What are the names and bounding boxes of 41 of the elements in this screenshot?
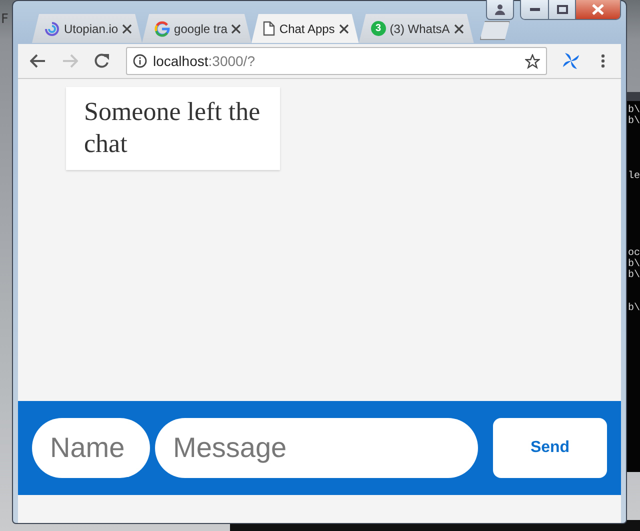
name-field[interactable]: Name [32,418,150,478]
info-icon [133,54,147,68]
close-icon[interactable] [454,24,464,34]
browser-tab[interactable]: 3 (3) WhatsA [358,14,474,43]
terminal-text: b\ [628,105,640,116]
close-icon[interactable] [122,24,132,34]
back-arrow-icon [30,54,46,68]
terminal-text: b\ [628,259,640,270]
url-text: localhost:3000/? [153,53,256,69]
page-icon [263,21,276,36]
browser-tab[interactable]: Utopian.io [32,14,142,43]
close-icon[interactable] [338,24,349,34]
close-window-button[interactable] [576,0,620,19]
menu-icon [601,54,605,68]
close-icon[interactable] [231,24,242,34]
minimize-icon [530,8,540,11]
chat-badge-icon: 3 [370,21,386,36]
terminal-text: b\ [628,303,640,314]
pinwheel-icon [562,52,580,70]
terminal-text: le [628,171,640,182]
restore-icon [556,5,568,14]
close-icon [592,4,604,15]
message-field[interactable]: Message [155,418,478,478]
terminal-text: b\ [628,116,640,127]
address-bar[interactable]: localhost:3000/? [126,47,547,75]
swirl-icon [44,20,60,36]
browser-tab[interactable]: Chat Apps [251,14,359,43]
message-card: Someone left the chat [66,87,280,170]
minimize-button[interactable] [521,0,549,19]
person-icon [495,4,505,15]
new-tab-button[interactable] [480,21,510,40]
browser-tab[interactable]: google tra [142,14,252,43]
desktop-text: F [1,12,8,27]
star-icon[interactable] [525,54,540,68]
reload-icon [94,53,110,69]
maximize-button[interactable] [549,0,576,19]
send-button[interactable]: Send [493,418,607,478]
terminal-text: b\ [628,270,640,281]
google-g-icon [154,20,170,36]
profile-button[interactable] [486,0,514,20]
terminal-text: oc [628,248,640,259]
